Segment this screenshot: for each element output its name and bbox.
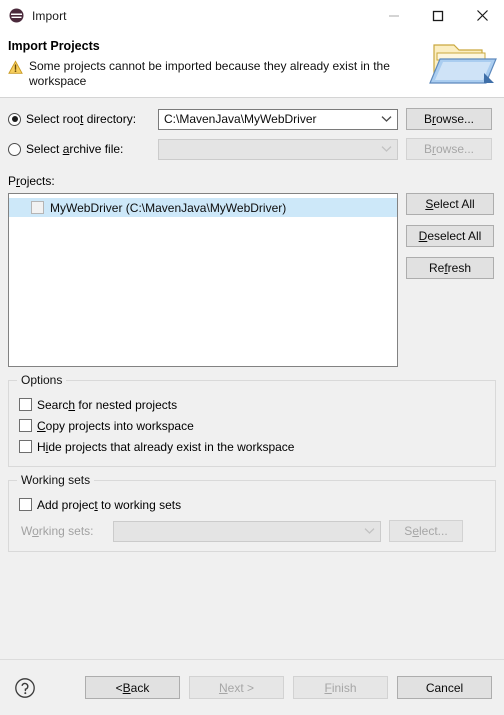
working-sets-row: Working sets: Se lect... [19,520,485,542]
open-folder-icon [426,33,498,91]
working-sets-group-title: Working sets [17,473,95,487]
checkbox-box[interactable] [19,498,32,511]
chevron-down-icon[interactable] [358,527,380,535]
project-checkbox[interactable] [31,201,44,214]
radio-select-archive-file[interactable] [8,142,21,156]
title-bar: Import [0,0,504,31]
archive-file-combo[interactable] [158,138,398,160]
projects-area: MyWebDriver (C:\MavenJava\MyWebDriver) S… [8,193,496,367]
checkbox-label: Hide projects that already exist in the … [37,439,295,454]
select-all-button[interactable]: Select All [406,193,494,215]
checkbox-hide-existing-projects[interactable]: Hide projects that already exist in the … [19,436,485,457]
radio-select-root-directory[interactable] [8,112,21,126]
dialog-footer: < Back Next > Finish Cancel [0,659,504,715]
next-button: Next > [189,676,284,699]
back-button[interactable]: < Back [85,676,180,699]
options-group: Options Search for nested projects Copy … [8,373,496,467]
footer-buttons: < Back Next > Finish Cancel [85,676,492,699]
browse-archive-file-button: Br owse... [406,138,492,160]
import-projects-dialog: Import Import Projects Some projects can… [0,0,504,715]
projects-list[interactable]: MyWebDriver (C:\MavenJava\MyWebDriver) [8,193,398,367]
list-item[interactable]: MyWebDriver (C:\MavenJava\MyWebDriver) [9,198,397,217]
window-title: Import [32,8,67,23]
deselect-all-button[interactable]: Deselect All [406,225,494,247]
checkbox-box[interactable] [19,440,32,453]
browse-root-directory-button[interactable]: Br owse... [406,108,492,130]
checkbox-add-project-to-working-sets[interactable]: Add project to working sets [19,494,485,515]
select-working-sets-button: Se lect... [389,520,463,542]
root-directory-value: C:\MavenJava\MyWebDriver [164,112,317,126]
working-sets-label: Working sets: [21,524,94,538]
checkbox-label: Search for nested projects [37,397,178,412]
root-directory-combo[interactable]: C:\MavenJava\MyWebDriver [158,108,398,130]
archive-file-row: Select archive file: Br owse... [8,137,496,161]
title-bar-left: Import [0,8,67,23]
projects-label: Projects: [8,174,55,188]
archive-file-label: Select archive file: [26,142,124,156]
refresh-button[interactable]: Re f resh [406,257,494,279]
working-sets-combo[interactable] [113,520,381,542]
list-item-label: MyWebDriver (C:\MavenJava\MyWebDriver) [50,200,287,215]
close-icon[interactable] [460,0,504,31]
checkbox-label: Copy projects into workspace [37,418,194,433]
checkbox-search-nested-projects[interactable]: Search for nested projects [19,394,485,415]
root-directory-label: Select root directory: [26,112,137,126]
warning-icon [8,60,23,75]
working-sets-group: Working sets Add project to working sets… [8,473,496,552]
eclipse-icon [9,8,24,23]
status-message-text: Some projects cannot be imported because… [29,59,390,88]
help-icon[interactable] [14,677,36,699]
finish-button: Finish [293,676,388,699]
chevron-down-icon[interactable] [375,115,397,123]
root-directory-row: Select root directory: C:\MavenJava\MyWe… [8,107,496,131]
checkbox-box[interactable] [19,398,32,411]
checkbox-copy-projects-into-workspace[interactable]: Copy projects into workspace [19,415,485,436]
window-controls [372,0,504,31]
dialog-header: Import Projects Some projects cannot be … [0,31,504,98]
minimize-icon[interactable] [372,0,416,31]
maximize-icon[interactable] [416,0,460,31]
checkbox-box[interactable] [19,419,32,432]
options-group-title: Options [17,373,67,387]
dialog-body: Select root directory: C:\MavenJava\MyWe… [0,98,504,659]
checkbox-label: Add project to working sets [37,497,182,512]
cancel-button[interactable]: Cancel [397,676,492,699]
projects-list-buttons: Select All Deselect All Re f resh [406,193,494,279]
chevron-down-icon[interactable] [375,145,397,153]
